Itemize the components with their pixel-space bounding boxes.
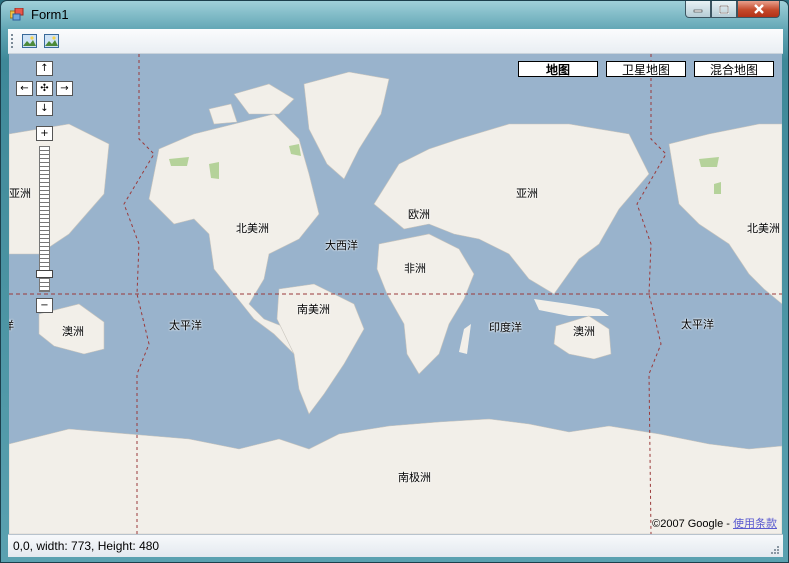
map-type-button-map[interactable]: 地图 (518, 61, 598, 77)
label-south-america: 南美洲 (297, 303, 330, 316)
pan-down-button[interactable]: ↓ (36, 101, 53, 116)
zoom-slider-thumb[interactable] (36, 270, 53, 279)
app-icon (10, 8, 24, 21)
label-oceania-left: 澳洲 (62, 325, 84, 338)
resize-grip-icon[interactable] (770, 545, 780, 555)
pan-center-button[interactable]: ✣ (36, 81, 53, 96)
close-button[interactable] (737, 1, 780, 18)
zoom-in-button[interactable]: + (36, 126, 53, 141)
label-pacific-left: 太平洋 (169, 319, 202, 332)
pan-left-button[interactable]: ← (16, 81, 33, 96)
close-icon (753, 4, 764, 14)
toolbar-button-2[interactable] (42, 32, 60, 50)
minimize-icon (693, 9, 703, 13)
pan-up-button[interactable]: ↑ (36, 61, 53, 76)
maximize-icon (719, 4, 729, 14)
map-view[interactable]: 亚洲 北美洲 大西洋 欧洲 亚洲 非洲 南美洲 太平洋 澳洲 印度洋 澳洲 太平… (9, 54, 782, 534)
toolbar-grip[interactable] (11, 34, 13, 48)
status-bar: 0,0, width: 773, Height: 480 (8, 534, 783, 557)
app-window: Form1 亚洲 北美洲 大西洋 欧洲 亚洲 非洲 南美洲 太平洋 澳洲 印度洋… (0, 0, 789, 563)
window-title: Form1 (31, 7, 69, 22)
toolbar (8, 29, 783, 54)
pan-right-button[interactable]: → (56, 81, 73, 96)
map-type-button-satellite[interactable]: 卫星地图 (606, 61, 686, 77)
minimize-button[interactable] (685, 1, 711, 18)
status-text: 0,0, width: 773, Height: 480 (13, 539, 160, 553)
zoom-out-button[interactable]: − (36, 298, 53, 313)
label-pacific-right: 太平洋 (681, 318, 714, 331)
maximize-button[interactable] (711, 1, 737, 18)
world-map (9, 54, 782, 534)
title-bar[interactable]: Form1 (1, 1, 788, 29)
map-type-button-hybrid[interactable]: 混合地图 (694, 61, 774, 77)
label-indian-ocean: 印度洋 (489, 321, 522, 334)
copyright-text: ©2007 Google - (652, 518, 733, 530)
label-atlantic: 大西洋 (325, 239, 358, 252)
map-copyright: ©2007 Google - 使用条款 (652, 515, 777, 531)
label-oceania: 澳洲 (573, 325, 595, 338)
label-north-america-right: 北美洲 (747, 222, 780, 235)
image-icon (43, 34, 59, 48)
terms-of-use-link[interactable]: 使用条款 (733, 518, 777, 530)
label-edge-fragment: 洋 (9, 317, 14, 333)
label-asia-left: 亚洲 (9, 187, 31, 200)
label-antarctica: 南极洲 (398, 471, 431, 484)
toolbar-button-1[interactable] (20, 32, 38, 50)
label-north-america: 北美洲 (236, 222, 269, 235)
label-europe: 欧洲 (408, 208, 430, 221)
image-icon (21, 34, 37, 48)
label-africa: 非洲 (404, 262, 426, 275)
label-asia: 亚洲 (516, 187, 538, 200)
